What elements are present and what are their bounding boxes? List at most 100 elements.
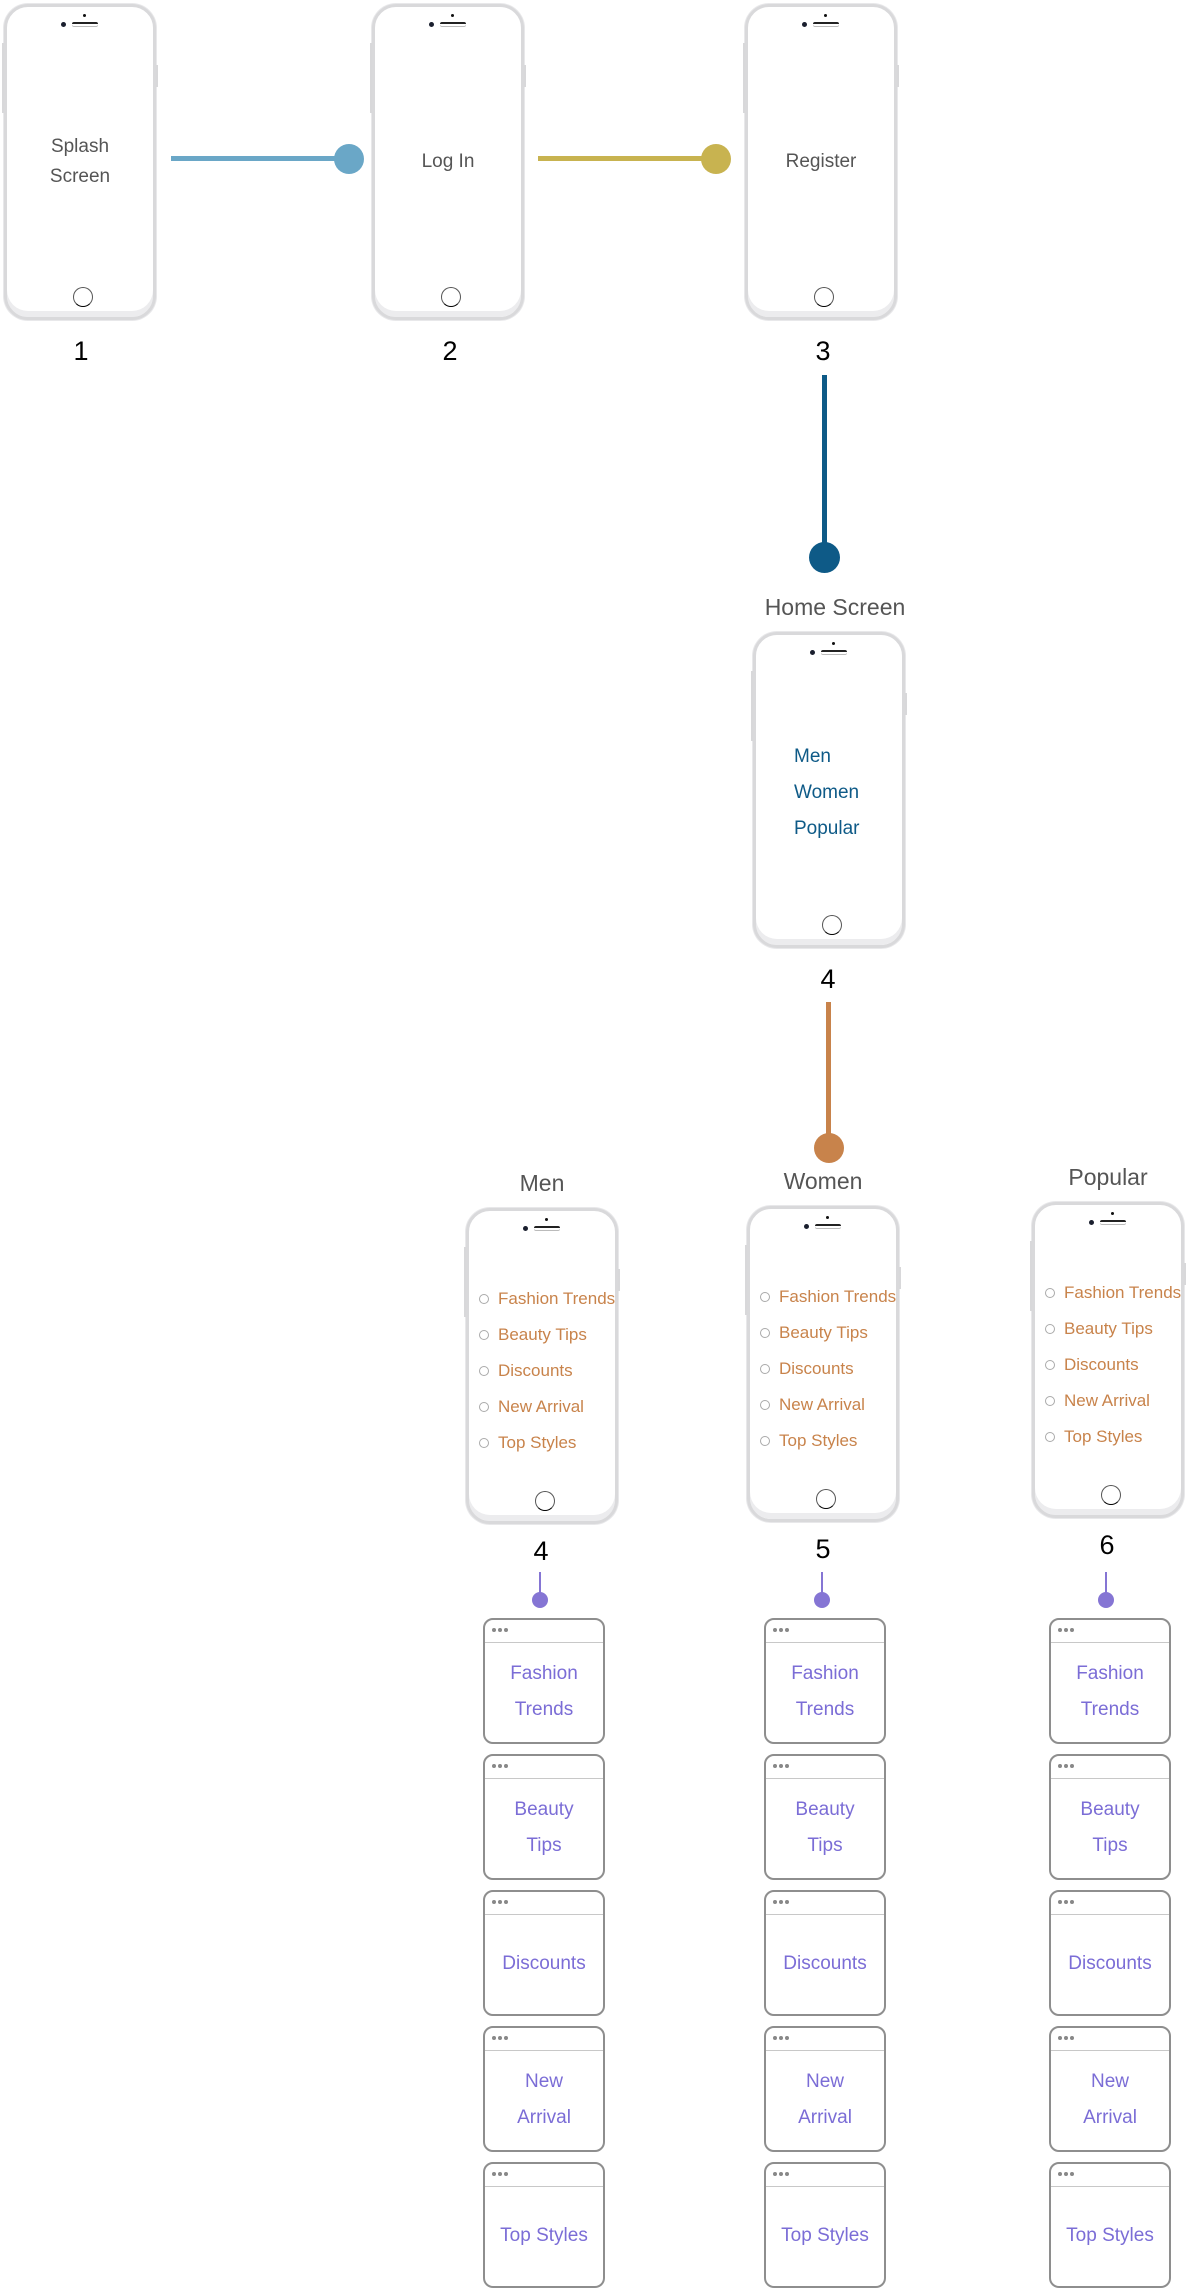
connector-home-to-categories	[826, 1002, 831, 1147]
side-button	[1184, 1263, 1186, 1285]
radio-icon[interactable]	[479, 1366, 489, 1376]
page-card-discounts[interactable]: Discounts	[1049, 1890, 1171, 2016]
side-button	[524, 65, 526, 87]
page-card-fashion-trends[interactable]: Fashion Trends	[764, 1618, 886, 1744]
radio-icon[interactable]	[760, 1400, 770, 1410]
radio-icon[interactable]	[760, 1364, 770, 1374]
phone-log-in: Log In	[370, 4, 526, 320]
category-item-beauty-tips[interactable]: Beauty Tips	[756, 1315, 896, 1351]
page-card-label: New Arrival	[1083, 2071, 1137, 2128]
home-button-icon	[814, 287, 834, 307]
more-dots-icon	[1058, 2036, 1074, 2040]
category-item-top-styles[interactable]: Top Styles	[1041, 1419, 1181, 1455]
page-card-top-styles[interactable]: Top Styles	[764, 2162, 886, 2288]
home-menu-item-men[interactable]: Men	[794, 739, 860, 775]
side-button	[2, 43, 4, 113]
category-list: Fashion Trends Beauty Tips Discounts New…	[475, 1281, 615, 1461]
radio-icon[interactable]	[1045, 1432, 1055, 1442]
page-card-label: Top Styles	[1066, 2225, 1154, 2246]
page-card-label: Fashion Trends	[791, 1663, 859, 1720]
category-item-top-styles[interactable]: Top Styles	[756, 1423, 896, 1459]
radio-icon[interactable]	[479, 1438, 489, 1448]
category-title-popular: Popular	[1068, 1164, 1148, 1190]
side-button	[899, 1267, 901, 1289]
side-button	[905, 693, 907, 715]
category-item-beauty-tips[interactable]: Beauty Tips	[475, 1317, 615, 1353]
window-title-bar	[1051, 1892, 1169, 1915]
home-button-icon	[822, 915, 842, 935]
radio-icon[interactable]	[760, 1328, 770, 1338]
connector-dot	[1098, 1592, 1114, 1608]
home-menu-item-popular[interactable]: Popular	[794, 811, 860, 847]
more-dots-icon	[492, 2172, 508, 2176]
more-dots-icon	[1058, 1764, 1074, 1768]
category-item-label: Top Styles	[779, 1431, 858, 1450]
page-card-fashion-trends[interactable]: Fashion Trends	[483, 1618, 605, 1744]
page-card-new-arrival[interactable]: New Arrival	[764, 2026, 886, 2152]
category-item-label: Beauty Tips	[498, 1325, 587, 1344]
page-card-new-arrival[interactable]: New Arrival	[1049, 2026, 1171, 2152]
window-title-bar	[766, 2164, 884, 2187]
page-card-beauty-tips[interactable]: Beauty Tips	[764, 1754, 886, 1880]
page-card-new-arrival[interactable]: New Arrival	[483, 2026, 605, 2152]
radio-icon[interactable]	[1045, 1324, 1055, 1334]
screen-label: Splash Screen	[49, 136, 111, 187]
more-dots-icon	[773, 1764, 789, 1768]
radio-icon[interactable]	[479, 1330, 489, 1340]
connector-dot	[532, 1592, 548, 1608]
radio-icon[interactable]	[479, 1294, 489, 1304]
category-item-label: Discounts	[779, 1359, 854, 1378]
radio-icon[interactable]	[760, 1292, 770, 1302]
category-item-discounts[interactable]: Discounts	[475, 1353, 615, 1389]
page-card-label: Beauty Tips	[795, 1799, 855, 1856]
category-item-fashion-trends[interactable]: Fashion Trends	[756, 1279, 896, 1315]
side-button	[743, 43, 745, 113]
radio-icon[interactable]	[1045, 1288, 1055, 1298]
home-button-icon	[816, 1489, 836, 1509]
more-dots-icon	[1058, 2172, 1074, 2176]
category-item-top-styles[interactable]: Top Styles	[475, 1425, 615, 1461]
category-item-discounts[interactable]: Discounts	[756, 1351, 896, 1387]
category-title-men: Men	[519, 1170, 565, 1196]
page-card-beauty-tips[interactable]: Beauty Tips	[483, 1754, 605, 1880]
window-title-bar	[485, 1892, 603, 1915]
page-card-discounts[interactable]: Discounts	[483, 1890, 605, 2016]
phone-women: Fashion Trends Beauty Tips Discounts New…	[745, 1206, 901, 1522]
radio-icon[interactable]	[1045, 1360, 1055, 1370]
window-title-bar	[766, 1892, 884, 1915]
page-card-discounts[interactable]: Discounts	[764, 1890, 886, 2016]
category-item-new-arrival[interactable]: New Arrival	[756, 1387, 896, 1423]
phone-register: Register	[743, 4, 899, 320]
page-card-beauty-tips[interactable]: Beauty Tips	[1049, 1754, 1171, 1880]
screen-number: 4	[820, 964, 836, 994]
category-item-fashion-trends[interactable]: Fashion Trends	[475, 1281, 615, 1317]
category-item-beauty-tips[interactable]: Beauty Tips	[1041, 1311, 1181, 1347]
camera-icon	[523, 1226, 528, 1231]
page-card-label: Fashion Trends	[1076, 1663, 1144, 1720]
category-item-fashion-trends[interactable]: Fashion Trends	[1041, 1275, 1181, 1311]
radio-icon[interactable]	[479, 1402, 489, 1412]
speaker-icon	[815, 1224, 841, 1228]
radio-icon[interactable]	[1045, 1396, 1055, 1406]
page-card-top-styles[interactable]: Top Styles	[483, 2162, 605, 2288]
home-menu-item-women[interactable]: Women	[794, 775, 860, 811]
sensor-dot	[832, 642, 835, 645]
screen-number: 1	[73, 336, 89, 366]
category-item-label: Fashion Trends	[1064, 1283, 1182, 1302]
category-item-new-arrival[interactable]: New Arrival	[475, 1389, 615, 1425]
radio-icon[interactable]	[760, 1436, 770, 1446]
category-item-label: Discounts	[498, 1361, 573, 1380]
page-card-fashion-trends[interactable]: Fashion Trends	[1049, 1618, 1171, 1744]
category-list: Fashion Trends Beauty Tips Discounts New…	[1041, 1275, 1181, 1455]
more-dots-icon	[492, 1900, 508, 1904]
category-item-label: Fashion Trends	[498, 1289, 616, 1308]
side-button	[156, 65, 158, 87]
category-item-discounts[interactable]: Discounts	[1041, 1347, 1181, 1383]
page-card-top-styles[interactable]: Top Styles	[1049, 2162, 1171, 2288]
category-item-new-arrival[interactable]: New Arrival	[1041, 1383, 1181, 1419]
connector-dot	[701, 144, 731, 174]
more-dots-icon	[492, 1764, 508, 1768]
screen-number: 3	[815, 336, 831, 366]
camera-icon	[1089, 1220, 1094, 1225]
window-title-bar	[485, 2164, 603, 2187]
